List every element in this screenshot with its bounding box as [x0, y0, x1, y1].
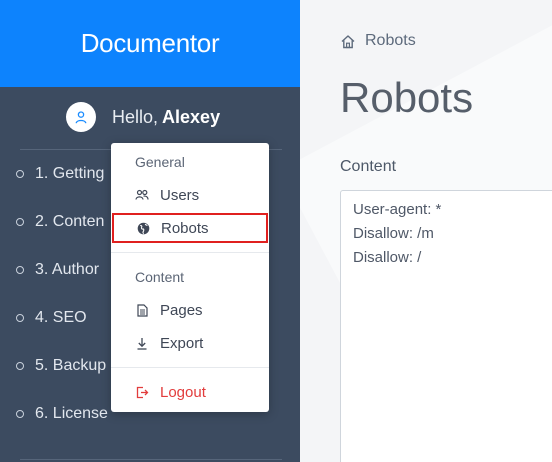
menu-item-users[interactable]: Users: [111, 180, 269, 210]
content-label: Content: [340, 158, 397, 175]
menu-item-logout[interactable]: Logout: [111, 377, 269, 407]
app-brand[interactable]: Documentor: [0, 0, 300, 87]
sidebar-item-label: 4. SEO: [35, 309, 87, 326]
sidebar-item-label: 3. Author: [35, 261, 100, 278]
dropdown-header-general: General: [135, 154, 185, 170]
menu-item-pages[interactable]: Pages: [111, 295, 269, 325]
main-content: Robots Robots Content User-agent: * Disa…: [300, 0, 552, 462]
bullet-icon: [16, 170, 24, 178]
breadcrumb-current: Robots: [365, 32, 416, 49]
menu-item-label: Pages: [160, 301, 203, 319]
bullet-icon: [16, 410, 24, 418]
bullet-icon: [16, 314, 24, 322]
globe-icon: [136, 221, 150, 235]
menu-item-label: Logout: [160, 383, 206, 401]
menu-item-export[interactable]: Export: [111, 328, 269, 358]
user-avatar-icon: [66, 102, 96, 132]
document-icon: [135, 303, 149, 317]
bullet-icon: [16, 362, 24, 370]
menu-item-robots[interactable]: Robots: [112, 213, 268, 243]
content-textarea[interactable]: User-agent: * Disallow: /m Disallow: /: [340, 190, 552, 462]
menu-item-label: Robots: [161, 219, 209, 237]
menu-item-label: Users: [160, 186, 200, 204]
sidebar-item-label: 1. Getting: [35, 165, 105, 182]
user-dropdown-menu: General Users Robots Content Pages Expor…: [111, 143, 269, 412]
username: Alexey: [162, 106, 221, 127]
home-icon[interactable]: [340, 34, 356, 49]
page-title: Robots: [340, 74, 474, 121]
sidebar-divider: [20, 459, 282, 460]
sidebar-item-label: 6. License: [35, 405, 108, 422]
dropdown-divider: [111, 367, 269, 368]
download-icon: [135, 336, 149, 350]
users-icon: [135, 188, 149, 202]
logout-icon: [135, 385, 149, 399]
bullet-icon: [16, 218, 24, 226]
user-greeting: Hello, Alexey: [112, 107, 220, 128]
breadcrumb: Robots: [340, 32, 416, 50]
sidebar-item-label: 5. Backup: [35, 357, 107, 374]
dropdown-divider: [111, 252, 269, 253]
bullet-icon: [16, 266, 24, 274]
sidebar-item-label: 2. Conten: [35, 213, 105, 230]
menu-item-label: Export: [160, 334, 204, 352]
greeting-text: Hello,: [112, 106, 159, 127]
dropdown-header-content: Content: [135, 269, 185, 285]
user-menu-toggle[interactable]: Hello, Alexey: [66, 102, 220, 132]
